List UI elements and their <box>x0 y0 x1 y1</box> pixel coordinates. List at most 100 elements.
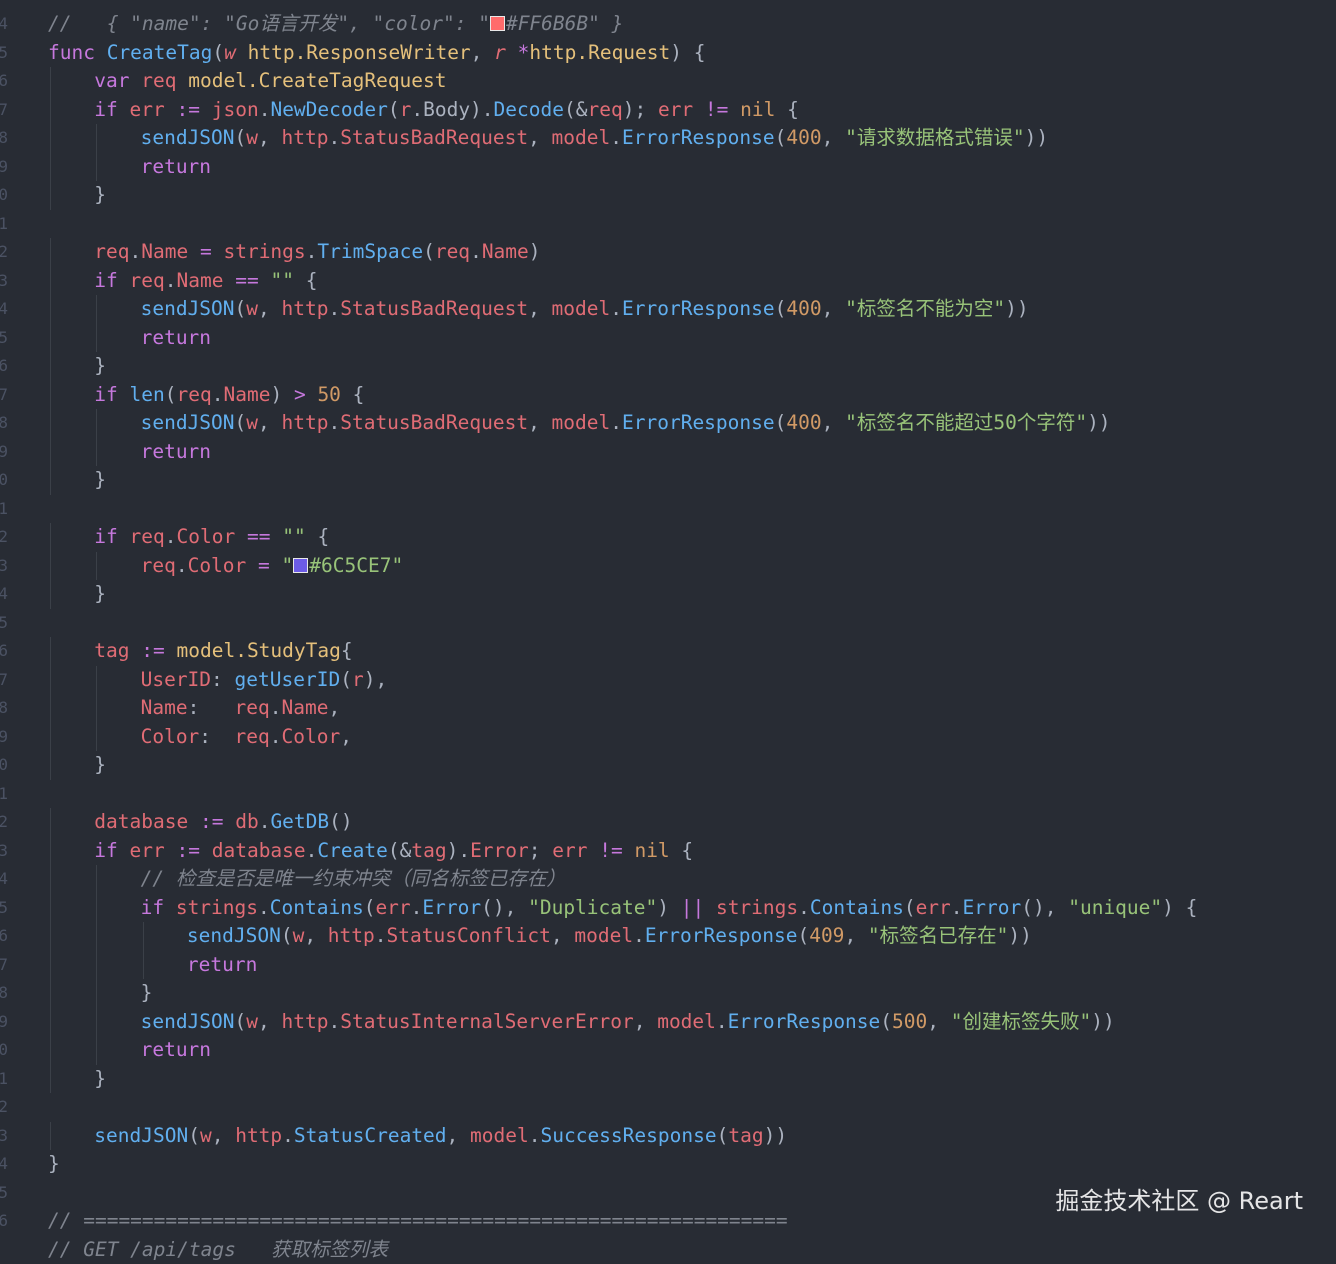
code-token: nil <box>740 98 787 121</box>
code-line[interactable]: 2 <box>0 1093 1336 1122</box>
code-line[interactable]: 8sendJSON(w, http.StatusBadRequest, mode… <box>0 124 1336 153</box>
code-line[interactable]: 3req.Color = "#6C5CE7" <box>0 552 1336 581</box>
code-token: { <box>317 525 329 548</box>
code-token: r <box>400 98 412 121</box>
line-number: 5 <box>0 894 8 923</box>
code-token: } <box>94 1067 106 1090</box>
code-token: : <box>211 668 234 691</box>
code-content: // 检查是否是唯一约束冲突（同名标签已存在） <box>141 865 566 894</box>
code-token: . <box>306 240 318 263</box>
code-line[interactable]: 2database := db.GetDB() <box>0 808 1336 837</box>
indent-guide <box>96 865 97 894</box>
code-line[interactable]: 9return <box>0 153 1336 182</box>
code-line[interactable]: 4sendJSON(w, http.StatusBadRequest, mode… <box>0 295 1336 324</box>
code-line[interactable]: 3if err := database.Create(&tag).Error; … <box>0 837 1336 866</box>
code-token: // { "name": "Go语言开发", "color": " <box>48 12 490 35</box>
code-token: . <box>328 126 340 149</box>
code-line[interactable]: 8} <box>0 979 1336 1008</box>
code-token: . <box>798 896 810 919</box>
code-line[interactable]: 4// 检查是否是唯一约束冲突（同名标签已存在） <box>0 865 1336 894</box>
code-line[interactable]: 3sendJSON(w, http.StatusCreated, model.S… <box>0 1122 1336 1151</box>
code-content: if strings.Contains(err.Error(), "Duplic… <box>141 894 1198 923</box>
code-token: Create <box>317 839 387 862</box>
code-line[interactable]: 7if len(req.Name) > 50 { <box>0 381 1336 410</box>
indent-guide <box>50 723 51 752</box>
code-line[interactable]: 2if req.Color == "" { <box>0 523 1336 552</box>
code-token: 409 <box>809 924 844 947</box>
code-line[interactable]: 7if err := json.NewDecoder(r.Body).Decod… <box>0 96 1336 125</box>
code-content: // =====================================… <box>48 1207 788 1236</box>
line-number: 9 <box>0 1008 8 1037</box>
code-editor[interactable]: 4// { "name": "Go语言开发", "color": "#FF6B6… <box>0 0 1336 1245</box>
code-token: . <box>130 240 142 263</box>
code-line[interactable]: 7return <box>0 951 1336 980</box>
code-content: } <box>141 979 153 1008</box>
code-line[interactable]: 1 <box>0 210 1336 239</box>
code-line[interactable]: 5 if strings.Contains(err.Error(), "Dupli… <box>0 894 1336 923</box>
code-token: return <box>141 1038 211 1061</box>
indent-guide <box>96 409 97 438</box>
code-line[interactable]: 6tag := model.StudyTag{ <box>0 637 1336 666</box>
code-line[interactable]: 1} <box>0 1065 1336 1094</box>
code-line[interactable]: // GET /api/tags 获取标签列表 <box>0 1236 1336 1264</box>
color-swatch[interactable] <box>293 558 308 573</box>
code-line[interactable]: 0} <box>0 466 1336 495</box>
code-line[interactable]: 3if req.Name == "" { <box>0 267 1336 296</box>
code-token: SuccessResponse <box>540 1124 716 1147</box>
code-line[interactable]: 8sendJSON(w, http.StatusBadRequest, mode… <box>0 409 1336 438</box>
code-token: , <box>258 126 281 149</box>
code-line[interactable]: 4} <box>0 1150 1336 1179</box>
indent-guide <box>50 808 51 837</box>
code-line[interactable]: 2req.Name = strings.TrimSpace(req.Name) <box>0 238 1336 267</box>
code-token: http <box>235 1124 282 1147</box>
line-number: 8 <box>0 694 8 723</box>
code-token: Name <box>177 269 236 292</box>
code-token: )) <box>1008 924 1031 947</box>
code-token: model.CreateTagRequest <box>188 69 446 92</box>
code-line[interactable]: 5return <box>0 324 1336 353</box>
code-line[interactable]: 7UserID: getUserID(r), <box>0 666 1336 695</box>
code-line[interactable]: 8Name: req.Name, <box>0 694 1336 723</box>
code-token: req <box>141 69 188 92</box>
code-line[interactable]: 1 <box>0 780 1336 809</box>
indent-guide <box>96 894 97 923</box>
code-token: ( <box>717 1124 729 1147</box>
code-line[interactable]: 1 <box>0 495 1336 524</box>
code-token: , <box>528 297 551 320</box>
code-token: ( <box>165 383 177 406</box>
code-line[interactable]: 4// { "name": "Go语言开发", "color": "#FF6B6… <box>0 10 1336 39</box>
code-token: w <box>246 297 258 320</box>
line-number: 5 <box>0 609 8 638</box>
code-token: if <box>94 839 129 862</box>
code-line[interactable]: 0return <box>0 1036 1336 1065</box>
code-token: "标签名已存在" <box>868 924 1008 947</box>
code-line[interactable]: 6var req model.CreateTagRequest <box>0 67 1336 96</box>
line-number: 0 <box>0 181 8 210</box>
code-token: 50 <box>317 383 352 406</box>
code-line[interactable]: 9sendJSON(w, http.StatusInternalServerEr… <box>0 1008 1336 1037</box>
indent-guide <box>50 1036 51 1065</box>
code-line[interactable]: 5func CreateTag(w http.ResponseWriter, r… <box>0 39 1336 68</box>
indent-guide <box>96 1008 97 1037</box>
line-number: 5 <box>0 1179 8 1208</box>
code-line[interactable]: 9Color: req.Color, <box>0 723 1336 752</box>
code-token: , <box>822 411 845 434</box>
indent-guide <box>50 466 51 495</box>
code-line[interactable]: 9return <box>0 438 1336 467</box>
code-token: if <box>141 896 176 919</box>
color-swatch[interactable] <box>490 16 505 31</box>
code-token: http <box>282 297 329 320</box>
code-line[interactable]: 0} <box>0 751 1336 780</box>
code-token: CreateTag <box>107 41 213 64</box>
code-line[interactable]: 0} <box>0 181 1336 210</box>
code-line[interactable]: 6} <box>0 352 1336 381</box>
code-content: sendJSON(w, http.StatusBadRequest, model… <box>141 409 1111 438</box>
code-token: " <box>282 554 294 577</box>
code-line[interactable]: 5 <box>0 609 1336 638</box>
indent-guide <box>96 951 97 980</box>
code-token: , <box>258 411 281 434</box>
code-line[interactable]: 4} <box>0 580 1336 609</box>
code-line[interactable]: 6sendJSON(w, http.StatusConflict, model.… <box>0 922 1336 951</box>
code-content: return <box>187 951 257 980</box>
code-token: // GET /api/tags 获取标签列表 <box>48 1238 388 1261</box>
